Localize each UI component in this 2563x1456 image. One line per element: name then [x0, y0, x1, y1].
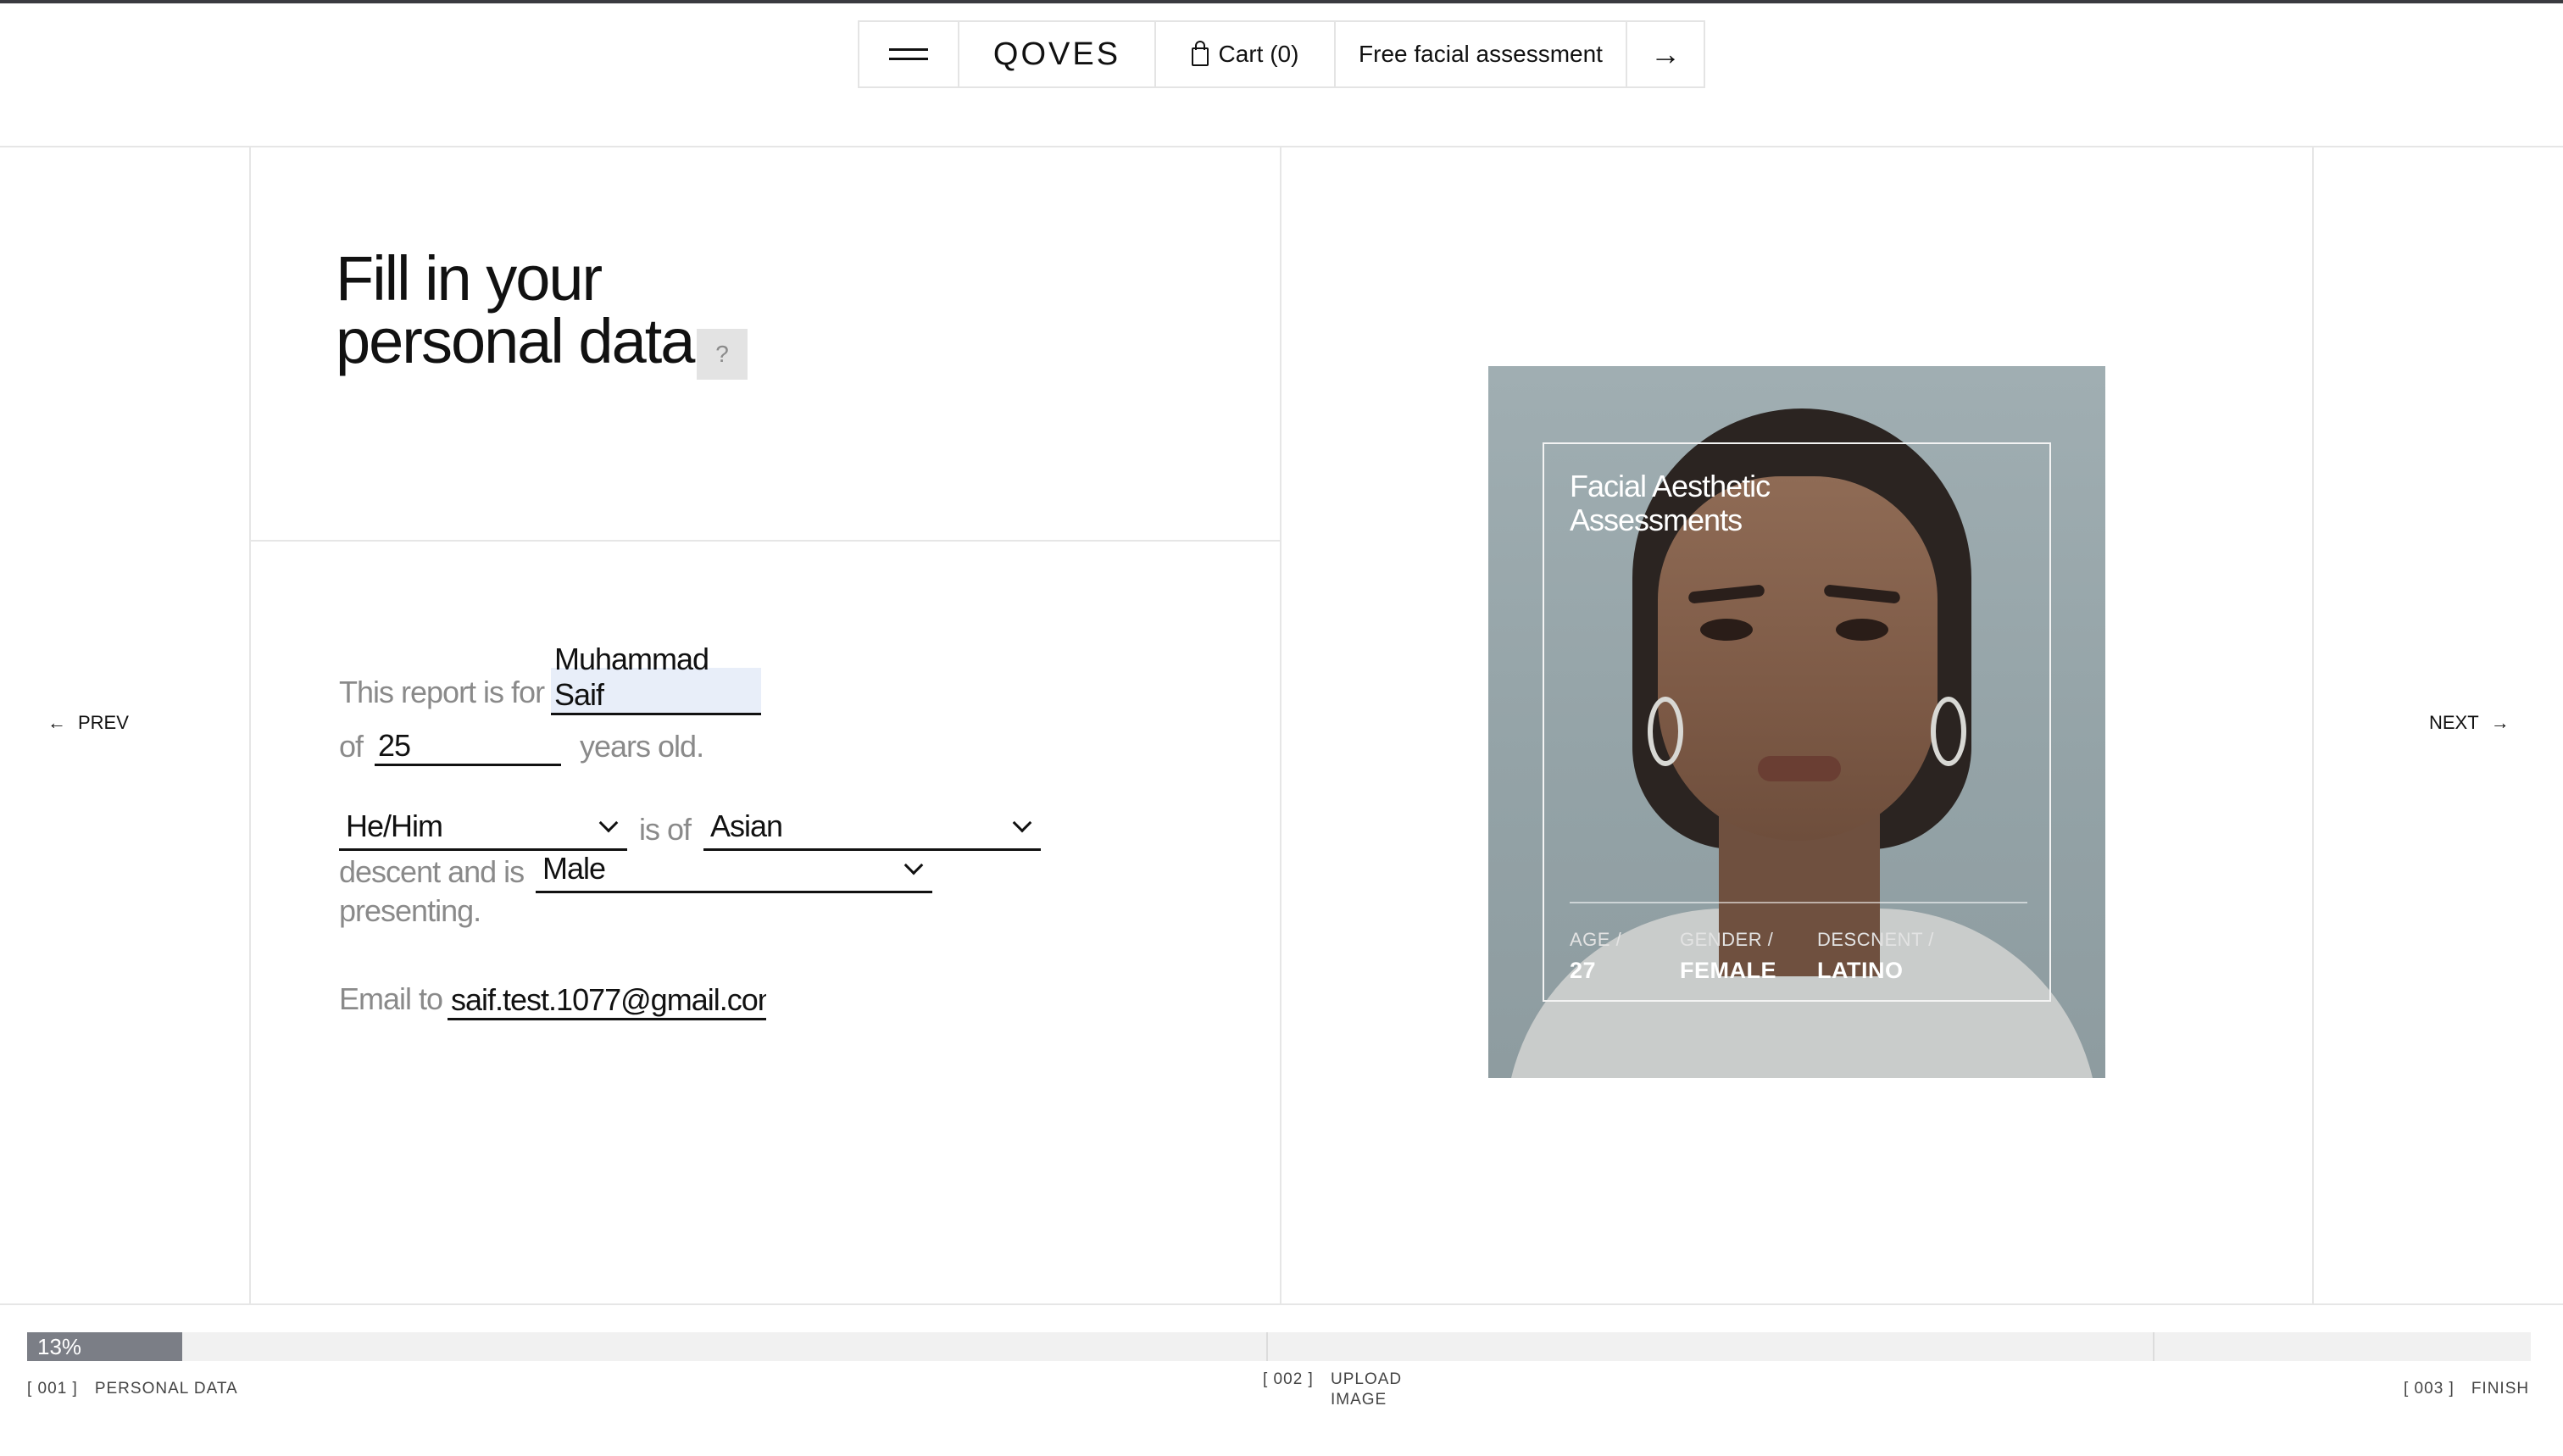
- card-title: Facial Aesthetic Assessments: [1570, 469, 1771, 537]
- logo[interactable]: QOVES: [959, 22, 1156, 86]
- prev-label: PREV: [78, 712, 129, 733]
- card-title-line-1: Facial Aesthetic: [1570, 469, 1771, 503]
- stat-value: LATINO: [1817, 958, 1904, 983]
- divider: [2312, 146, 2314, 1303]
- presenting-label: presenting.: [339, 893, 481, 928]
- stat-age: AGE / 27: [1570, 929, 1621, 984]
- step-personal-data[interactable]: [ 001 ] PERSONAL DATA: [27, 1380, 238, 1398]
- age-input[interactable]: 25: [375, 720, 561, 766]
- cart-label: Cart (0): [1218, 41, 1299, 67]
- name-input[interactable]: Muhammad Saif: [551, 642, 761, 715]
- divider: [0, 1303, 2563, 1305]
- card-divider: [1570, 902, 2027, 903]
- arrow-right-icon[interactable]: →: [1627, 22, 1704, 86]
- stat-descent: DESCNENT / LATINO: [1817, 929, 1934, 984]
- divider: [0, 146, 2563, 147]
- help-button[interactable]: ?: [697, 329, 748, 380]
- next-label: NEXT: [2429, 712, 2479, 733]
- stat-label: DESCNENT /: [1817, 929, 1934, 950]
- menu-button[interactable]: [859, 22, 959, 86]
- years-label: years old.: [580, 729, 704, 764]
- arrow-right-icon: →: [2490, 712, 2510, 733]
- hamburger-icon: [889, 48, 928, 60]
- email-label: Email to: [339, 981, 443, 1016]
- page-title: Fill in your personal data: [336, 243, 695, 376]
- step-upload-image[interactable]: [ 002 ] UPLOAD IMAGE: [1263, 1370, 1424, 1410]
- descent-select[interactable]: Asian: [703, 803, 1041, 851]
- of-label: of: [339, 729, 364, 764]
- descent-label: descent and is: [339, 854, 525, 889]
- report-prefix-label: This report is for: [339, 675, 545, 709]
- step-number: [ 001 ]: [27, 1380, 78, 1398]
- step-finish[interactable]: [ 003 ] FINISH: [2404, 1380, 2529, 1398]
- chevron-down-icon: [903, 855, 924, 875]
- shopping-bag-icon: [1191, 41, 1209, 66]
- top-border: [0, 0, 2563, 3]
- step-number: [ 002 ]: [1263, 1370, 1314, 1388]
- stat-value: FEMALE: [1680, 958, 1776, 983]
- stat-label: GENDER /: [1680, 929, 1774, 950]
- stat-label: AGE /: [1570, 929, 1622, 950]
- divider: [249, 146, 251, 1303]
- progress-tick: [2153, 1332, 2154, 1361]
- step-number: [ 003 ]: [2404, 1380, 2455, 1398]
- next-button[interactable]: NEXT →: [2429, 712, 2510, 734]
- stat-value: 27: [1570, 958, 1597, 983]
- arrow-left-icon: ←: [47, 712, 66, 733]
- stat-gender: GENDER / FEMALE: [1680, 929, 1776, 984]
- step-label: PERSONAL DATA: [94, 1380, 238, 1398]
- title-line-2: personal data: [336, 306, 695, 376]
- pronoun-value: He/Him: [346, 808, 443, 843]
- chevron-down-icon: [598, 813, 619, 832]
- cart-button[interactable]: Cart (0): [1156, 22, 1336, 86]
- divider: [1280, 146, 1282, 1303]
- is-of-label: is of: [639, 812, 692, 847]
- assessment-preview-card: Facial Aesthetic Assessments AGE / 27 GE…: [1488, 366, 2105, 1078]
- title-line-1: Fill in your: [336, 243, 603, 314]
- email-input[interactable]: saif.test.1077@gmail.con: [448, 973, 766, 1020]
- divider: [249, 540, 1280, 542]
- step-label: FINISH: [2471, 1380, 2530, 1398]
- pronoun-select[interactable]: He/Him: [339, 803, 627, 851]
- prev-button[interactable]: ← PREV: [47, 712, 129, 734]
- chevron-down-icon: [1012, 813, 1032, 832]
- step-label: UPLOAD IMAGE: [1331, 1370, 1403, 1409]
- progress-fill: 13%: [27, 1332, 182, 1361]
- presentation-value: Male: [542, 850, 606, 886]
- presentation-select[interactable]: Male: [536, 846, 932, 893]
- progress-bar: 13%: [27, 1332, 2531, 1361]
- header-nav: QOVES Cart (0) Free facial assessment →: [858, 20, 1705, 88]
- progress-percent: 13%: [37, 1333, 82, 1359]
- free-assessment-link[interactable]: Free facial assessment: [1336, 22, 1627, 86]
- progress-tick: [1266, 1332, 1268, 1361]
- descent-value: Asian: [710, 808, 783, 843]
- card-title-line-2: Assessments: [1570, 503, 1743, 537]
